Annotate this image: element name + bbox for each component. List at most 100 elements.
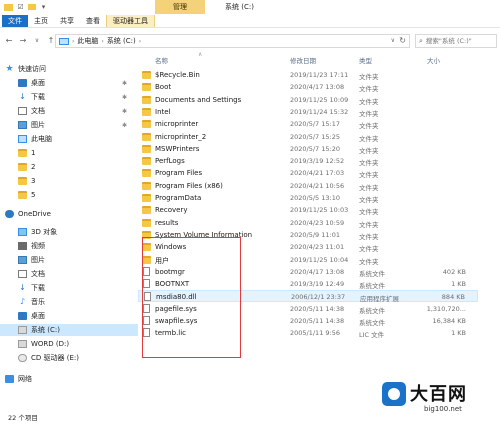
- manage-tab[interactable]: 管理: [155, 0, 205, 14]
- address-bar[interactable]: › 此电脑 › 系统 (C:) › ∨ ↻: [55, 34, 410, 48]
- file-type: 文件夹: [359, 171, 379, 180]
- chevron-right-icon[interactable]: ›: [72, 38, 74, 45]
- file-row[interactable]: Recovery 2019/11/25 10:03 文件夹: [138, 204, 478, 216]
- file-row[interactable]: Program Files 2020/4/21 17:03 文件夹: [138, 167, 478, 179]
- nav-quick-access[interactable]: ★ 快速访问: [0, 63, 138, 75]
- title-bar: ☑ ▾ 管理 系统 (C:): [0, 0, 500, 14]
- properties-icon[interactable]: ☑: [16, 3, 25, 12]
- file-row[interactable]: BOOTNXT 2019/3/19 12:49 系统文件 1 KB: [138, 278, 478, 290]
- chevron-right-icon[interactable]: ›: [139, 38, 141, 45]
- star-icon: ★: [5, 64, 14, 74]
- file-type: 文件夹: [359, 232, 379, 241]
- file-row[interactable]: microprinter 2020/5/7 15:17 文件夹: [138, 118, 478, 130]
- folder-icon: [142, 169, 151, 178]
- column-name[interactable]: 名称: [155, 55, 168, 65]
- file-type: 系统文件: [359, 282, 385, 291]
- file-date: 2019/11/25 10:09: [290, 95, 349, 104]
- file-type: 文件夹: [359, 73, 379, 81]
- file-row[interactable]: $Recycle.Bin 2019/11/23 17:11 文件夹: [138, 69, 478, 81]
- pin-icon[interactable]: ✱: [122, 80, 127, 87]
- nav-quick-desktop[interactable]: 桌面 ✱: [0, 77, 138, 89]
- pin-icon[interactable]: ✱: [122, 122, 127, 129]
- search-input[interactable]: [425, 37, 494, 45]
- new-folder-icon[interactable]: [28, 4, 36, 10]
- nav-pc-desktop[interactable]: 桌面: [0, 310, 138, 322]
- tab-view[interactable]: 查看: [80, 15, 106, 27]
- nav-pc-documents[interactable]: 文档: [0, 268, 138, 280]
- file-row[interactable]: 用户 2019/11/25 10:04 文件夹: [138, 254, 478, 266]
- file-row[interactable]: Boot 2020/4/17 13:08 文件夹: [138, 81, 478, 93]
- file-icon: [143, 303, 150, 313]
- column-size[interactable]: 大小: [427, 55, 440, 65]
- nav-pc-music[interactable]: ♪ 音乐: [0, 296, 138, 308]
- customize-dropdown-icon[interactable]: ▾: [39, 3, 48, 12]
- file-row[interactable]: Documents and Settings 2019/11/25 10:09 文件…: [138, 94, 478, 106]
- breadcrumb-system-c[interactable]: 系统 (C:): [107, 36, 136, 46]
- nav-folder-2[interactable]: 2: [0, 161, 138, 173]
- file-type: 文件夹: [359, 196, 379, 204]
- file-row[interactable]: results 2020/4/23 10:59 文件夹: [138, 217, 478, 229]
- chevron-right-icon[interactable]: ›: [101, 38, 103, 45]
- nav-quick-pictures[interactable]: 图片 ✱: [0, 119, 138, 131]
- breadcrumb-this-pc[interactable]: 此电脑: [77, 36, 98, 46]
- nav-label: WORD (D:): [31, 340, 70, 348]
- tab-file[interactable]: 文件: [2, 14, 28, 27]
- file-row[interactable]: Program Files (x86) 2020/4/21 10:56 文件夹: [138, 180, 478, 192]
- refresh-icon[interactable]: ↻: [399, 36, 406, 45]
- file-date: 2020/4/23 10:59: [290, 218, 345, 227]
- column-type[interactable]: 类型: [359, 55, 372, 65]
- recent-dropdown-icon[interactable]: ∨: [32, 35, 42, 45]
- back-arrow-icon[interactable]: ←: [4, 35, 14, 45]
- chevron-down-icon[interactable]: ∨: [391, 37, 395, 44]
- file-row[interactable]: msdia80.dll 2006/12/1 23:37 应用程序扩展 884 KB: [138, 290, 478, 303]
- file-date: 2019/11/24 15:32: [290, 107, 349, 116]
- file-row[interactable]: System Volume Information 2020/5/9 11:01 文…: [138, 229, 478, 241]
- folder-icon: [142, 181, 151, 190]
- nav-quick-documents[interactable]: 文档 ✱: [0, 105, 138, 117]
- nav-label: 下载: [31, 284, 45, 292]
- column-date[interactable]: 修改日期: [290, 55, 316, 65]
- tab-home[interactable]: 主页: [28, 15, 54, 27]
- nav-label: 快速访问: [18, 65, 46, 73]
- file-row[interactable]: ProgramData 2020/5/5 13:10 文件夹: [138, 192, 478, 204]
- search-box[interactable]: ⌕: [415, 34, 497, 48]
- file-type: 文件夹: [359, 97, 379, 106]
- file-icon: [143, 316, 150, 325]
- file-row[interactable]: Windows 2020/4/23 11:01 文件夹: [138, 241, 478, 253]
- picture-icon: [18, 256, 27, 264]
- file-row[interactable]: PerfLogs 2019/3/19 12:52 文件夹: [138, 155, 478, 167]
- nav-pc-downloads[interactable]: ↓ 下载: [0, 282, 138, 294]
- file-name: microprinter_2: [155, 132, 207, 141]
- nav-pc-3d-objects[interactable]: 3D 对象: [0, 226, 138, 238]
- pin-icon[interactable]: ✱: [122, 94, 127, 101]
- file-icon: [143, 279, 150, 289]
- nav-pc-pictures[interactable]: 图片: [0, 254, 138, 266]
- nav-folder-1[interactable]: 1: [0, 147, 138, 159]
- file-name: Windows: [155, 243, 187, 252]
- nav-pc-videos[interactable]: 视频: [0, 240, 138, 252]
- file-row[interactable]: termb.lic 2005/1/11 9:56 LIC 文件 1 KB: [138, 327, 478, 339]
- cloud-icon: [5, 210, 14, 218]
- nav-quick-this-pc[interactable]: 此电脑: [0, 133, 138, 145]
- tab-share[interactable]: 共享: [54, 15, 80, 27]
- file-row[interactable]: microprinter_2 2020/5/7 15:25 文件夹: [138, 131, 478, 143]
- nav-network[interactable]: 网络: [0, 373, 138, 385]
- nav-pc-system-c[interactable]: 系统 (C:): [0, 324, 138, 336]
- pin-icon[interactable]: ✱: [122, 108, 127, 115]
- folder-icon: [142, 255, 151, 264]
- file-row[interactable]: bootmgr 2020/4/17 13:08 系统文件 402 KB: [138, 266, 478, 278]
- forward-arrow-icon[interactable]: →: [18, 35, 28, 45]
- file-row[interactable]: pagefile.sys 2020/5/11 14:38 系统文件 1,310,720…: [138, 303, 478, 315]
- nav-folder-5[interactable]: 5: [0, 189, 138, 201]
- nav-pc-word-d[interactable]: WORD (D:): [0, 338, 138, 350]
- file-row[interactable]: Intel 2019/11/24 15:32 文件夹: [138, 106, 478, 118]
- nav-pc-cd-e[interactable]: CD 驱动器 (E:): [0, 352, 138, 364]
- nav-onedrive[interactable]: OneDrive: [0, 208, 138, 220]
- file-size: 1 KB: [451, 280, 466, 289]
- tab-drive-tools[interactable]: 驱动器工具: [106, 14, 155, 27]
- file-row[interactable]: MSWPrinters 2020/5/7 15:20 文件夹: [138, 143, 478, 155]
- file-row[interactable]: swapfile.sys 2020/5/11 14:38 系统文件 16,384 KB: [138, 315, 478, 327]
- file-date: 2020/4/21 10:56: [290, 181, 345, 190]
- nav-quick-downloads[interactable]: ↓ 下载 ✱: [0, 91, 138, 103]
- nav-folder-3[interactable]: 3: [0, 175, 138, 187]
